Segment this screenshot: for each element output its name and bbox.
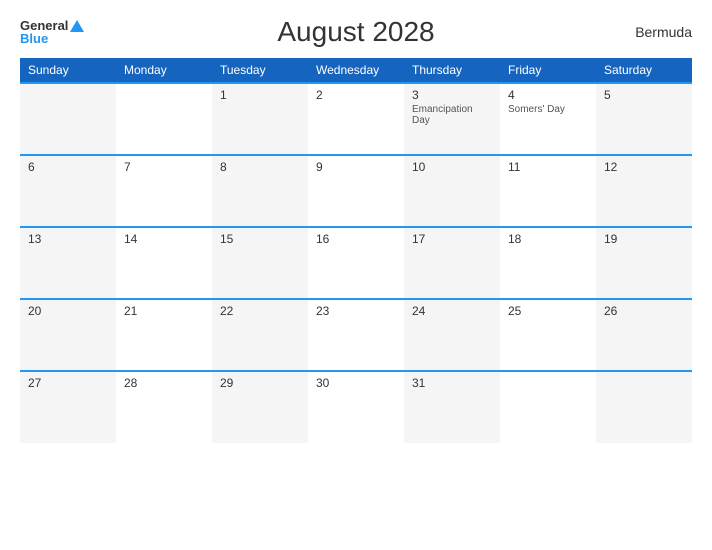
day-number: 28 bbox=[124, 376, 204, 390]
calendar-header: Sunday Monday Tuesday Wednesday Thursday… bbox=[20, 58, 692, 83]
day-number: 3 bbox=[412, 88, 492, 102]
holiday-label: Somers' Day bbox=[508, 104, 588, 115]
day-cell: 11 bbox=[500, 155, 596, 227]
day-cell bbox=[20, 83, 116, 155]
day-number: 23 bbox=[316, 304, 396, 318]
logo-triangle-icon bbox=[70, 20, 84, 32]
calendar-table: Sunday Monday Tuesday Wednesday Thursday… bbox=[20, 58, 692, 443]
logo: General Blue bbox=[20, 19, 84, 45]
week-row-1: 6 7 8 9 10 11 12 bbox=[20, 155, 692, 227]
calendar-title: August 2028 bbox=[277, 16, 434, 48]
day-number: 2 bbox=[316, 88, 396, 102]
day-number: 11 bbox=[508, 160, 588, 174]
day-cell: 21 bbox=[116, 299, 212, 371]
col-monday: Monday bbox=[116, 58, 212, 83]
day-cell: 25 bbox=[500, 299, 596, 371]
day-cell: 13 bbox=[20, 227, 116, 299]
day-number: 1 bbox=[220, 88, 300, 102]
week-row-4: 27 28 29 30 31 bbox=[20, 371, 692, 443]
day-cell: 22 bbox=[212, 299, 308, 371]
day-number: 22 bbox=[220, 304, 300, 318]
day-number: 9 bbox=[316, 160, 396, 174]
week-row-0: 1 2 3 Emancipation Day 4 Somers' Day 5 bbox=[20, 83, 692, 155]
header-row: Sunday Monday Tuesday Wednesday Thursday… bbox=[20, 58, 692, 83]
day-cell: 7 bbox=[116, 155, 212, 227]
day-cell: 26 bbox=[596, 299, 692, 371]
day-cell bbox=[116, 83, 212, 155]
day-cell: 8 bbox=[212, 155, 308, 227]
header: General Blue August 2028 Bermuda bbox=[20, 16, 692, 48]
day-number: 30 bbox=[316, 376, 396, 390]
day-number: 31 bbox=[412, 376, 492, 390]
day-number: 10 bbox=[412, 160, 492, 174]
day-number: 17 bbox=[412, 232, 492, 246]
day-cell: 30 bbox=[308, 371, 404, 443]
day-number: 18 bbox=[508, 232, 588, 246]
day-cell: 10 bbox=[404, 155, 500, 227]
day-number: 5 bbox=[604, 88, 684, 102]
day-number: 27 bbox=[28, 376, 108, 390]
day-cell bbox=[500, 371, 596, 443]
day-cell: 23 bbox=[308, 299, 404, 371]
day-number: 24 bbox=[412, 304, 492, 318]
day-cell: 1 bbox=[212, 83, 308, 155]
col-wednesday: Wednesday bbox=[308, 58, 404, 83]
day-cell: 17 bbox=[404, 227, 500, 299]
calendar-body: 123Emancipation Day4Somers' Day567891011… bbox=[20, 83, 692, 443]
day-cell: 29 bbox=[212, 371, 308, 443]
day-number: 12 bbox=[604, 160, 684, 174]
day-cell: 31 bbox=[404, 371, 500, 443]
day-cell: 28 bbox=[116, 371, 212, 443]
day-cell: 24 bbox=[404, 299, 500, 371]
day-cell bbox=[596, 371, 692, 443]
day-number: 8 bbox=[220, 160, 300, 174]
col-sunday: Sunday bbox=[20, 58, 116, 83]
day-cell: 5 bbox=[596, 83, 692, 155]
logo-blue-text: Blue bbox=[20, 32, 48, 45]
col-tuesday: Tuesday bbox=[212, 58, 308, 83]
day-cell: 12 bbox=[596, 155, 692, 227]
day-number: 13 bbox=[28, 232, 108, 246]
day-cell: 15 bbox=[212, 227, 308, 299]
holiday-label: Emancipation Day bbox=[412, 104, 492, 126]
day-number: 25 bbox=[508, 304, 588, 318]
day-cell: 9 bbox=[308, 155, 404, 227]
day-number: 14 bbox=[124, 232, 204, 246]
day-cell: 20 bbox=[20, 299, 116, 371]
region-label: Bermuda bbox=[635, 24, 692, 40]
calendar-page: General Blue August 2028 Bermuda Sunday … bbox=[0, 0, 712, 550]
day-number: 4 bbox=[508, 88, 588, 102]
day-cell: 18 bbox=[500, 227, 596, 299]
week-row-2: 13 14 15 16 17 18 19 bbox=[20, 227, 692, 299]
col-friday: Friday bbox=[500, 58, 596, 83]
day-number: 29 bbox=[220, 376, 300, 390]
day-number: 6 bbox=[28, 160, 108, 174]
day-cell: 14 bbox=[116, 227, 212, 299]
day-number: 20 bbox=[28, 304, 108, 318]
day-number: 21 bbox=[124, 304, 204, 318]
day-cell: 19 bbox=[596, 227, 692, 299]
day-number: 15 bbox=[220, 232, 300, 246]
day-cell: 3 Emancipation Day bbox=[404, 83, 500, 155]
col-thursday: Thursday bbox=[404, 58, 500, 83]
day-number: 16 bbox=[316, 232, 396, 246]
day-number: 7 bbox=[124, 160, 204, 174]
day-cell: 27 bbox=[20, 371, 116, 443]
day-cell: 6 bbox=[20, 155, 116, 227]
day-cell: 2 bbox=[308, 83, 404, 155]
day-cell: 4 Somers' Day bbox=[500, 83, 596, 155]
day-number: 19 bbox=[604, 232, 684, 246]
day-cell: 16 bbox=[308, 227, 404, 299]
day-number: 26 bbox=[604, 304, 684, 318]
week-row-3: 20 21 22 23 24 25 26 bbox=[20, 299, 692, 371]
col-saturday: Saturday bbox=[596, 58, 692, 83]
